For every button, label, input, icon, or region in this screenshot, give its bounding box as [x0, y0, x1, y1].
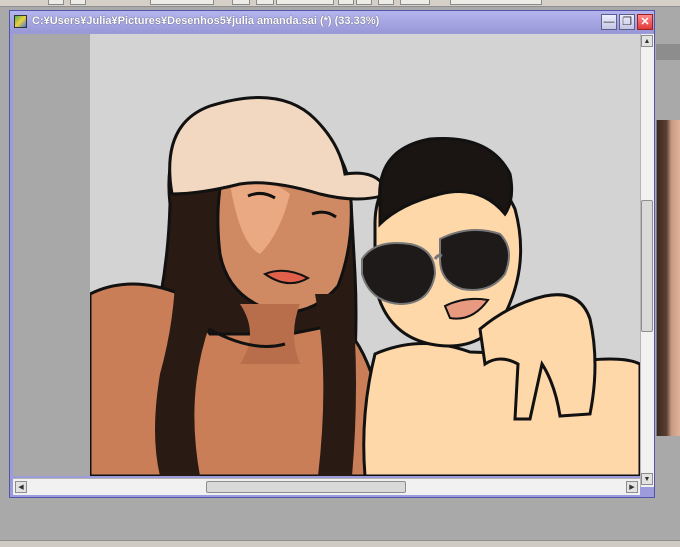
scroll-right-button[interactable]: ▶ [626, 481, 638, 493]
sunglasses-right-lens [439, 229, 510, 291]
app-toolbar-strip [0, 0, 680, 7]
vertical-scrollbar[interactable]: ▲ ▼ [640, 34, 654, 487]
toolbar-button[interactable] [378, 0, 394, 5]
sunglasses-left-lens [361, 242, 437, 306]
window-title: C:¥Users¥Julia¥Pictures¥Desenhos5¥julia … [32, 15, 380, 27]
close-button[interactable]: ✕ [637, 14, 653, 30]
close-icon: ✕ [640, 15, 650, 28]
background-window-tab[interactable] [656, 44, 680, 60]
window-titlebar[interactable]: C:¥Users¥Julia¥Pictures¥Desenhos5¥julia … [10, 11, 654, 33]
restore-button[interactable]: ❐ [619, 14, 635, 30]
right-body [362, 342, 640, 476]
toolbar-dropdown[interactable] [450, 0, 542, 5]
illustration [88, 96, 640, 476]
toolbar-button[interactable] [356, 0, 372, 5]
vertical-scroll-thumb[interactable] [641, 200, 653, 332]
minimize-button[interactable]: — [601, 14, 617, 30]
minimize-icon: — [603, 15, 615, 28]
toolbar-button[interactable] [338, 0, 354, 5]
canvas-viewport[interactable] [13, 34, 640, 476]
scroll-up-button[interactable]: ▲ [641, 35, 653, 47]
scroll-left-button[interactable]: ◀ [15, 481, 27, 493]
scroll-down-button[interactable]: ▼ [641, 473, 653, 485]
artboard[interactable] [88, 34, 640, 476]
toolbar-button[interactable] [232, 0, 250, 5]
sai-document-icon [14, 15, 27, 28]
background-document-preview [656, 120, 680, 436]
chevron-right-icon: ▶ [629, 484, 635, 491]
toolbar-button[interactable] [256, 0, 274, 5]
toolbar-button[interactable] [48, 0, 64, 5]
toolbar-dropdown[interactable] [276, 0, 334, 5]
horizontal-scroll-thumb[interactable] [206, 481, 406, 493]
document-window: C:¥Users¥Julia¥Pictures¥Desenhos5¥julia … [9, 10, 655, 498]
toolbar-button[interactable] [400, 0, 430, 5]
chevron-up-icon: ▲ [643, 37, 651, 45]
toolbar-dropdown[interactable] [150, 0, 214, 5]
horizontal-scrollbar[interactable]: ◀ ▶ [13, 478, 640, 495]
toolbar-button[interactable] [70, 0, 86, 5]
restore-icon: ❐ [622, 15, 632, 28]
chevron-down-icon: ▼ [643, 475, 651, 483]
cap [168, 96, 390, 201]
chevron-left-icon: ◀ [18, 484, 24, 491]
